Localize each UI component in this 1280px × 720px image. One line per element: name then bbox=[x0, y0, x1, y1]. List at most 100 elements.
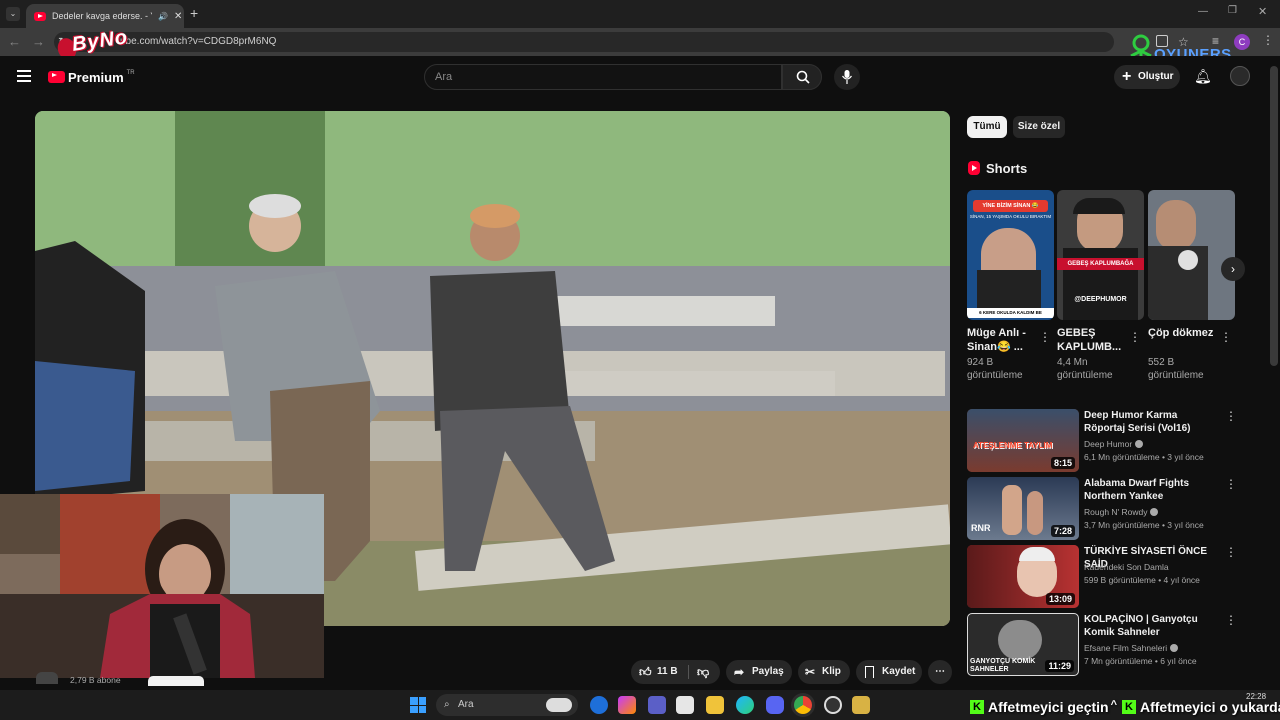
channel-avatar[interactable] bbox=[36, 672, 58, 684]
short-card[interactable]: Çöp dökmez 552 B görüntüleme ⋮ bbox=[1148, 190, 1235, 382]
youtube-premium-logo[interactable]: Premium TR bbox=[48, 68, 135, 86]
related-video[interactable]: ATEŞLENME TAYLIM 8:15 Deep Humor Karma R… bbox=[967, 409, 1237, 473]
video-more-icon[interactable]: ⋮ bbox=[1225, 545, 1237, 559]
more-horizontal-icon: ⋯ bbox=[935, 666, 945, 677]
taskbar-app-icon[interactable] bbox=[618, 696, 636, 714]
short-overlay-bottom: 6 KERE OKULDA KALDIM BE bbox=[967, 308, 1054, 318]
like-dislike-group: 👍︎ 11 B 👎︎ bbox=[631, 660, 720, 684]
streamer-webcam-image bbox=[0, 494, 324, 678]
verified-icon bbox=[1134, 440, 1143, 448]
related-video[interactable]: RNR 7:28 Alabama Dwarf Fights Northern Y… bbox=[967, 477, 1237, 541]
video-more-icon[interactable]: ⋮ bbox=[1225, 613, 1237, 627]
chrome-icon[interactable] bbox=[794, 696, 812, 714]
chat-message: Affetmeyici geçtin ^ bbox=[988, 699, 1118, 715]
short-more-icon[interactable]: ⋮ bbox=[1129, 330, 1141, 344]
premium-label: Premium bbox=[68, 69, 124, 85]
short-overlay-top: GEBEŞ KAPLUMBAĞA bbox=[1057, 258, 1144, 270]
video-thumbnail: GANYOTÇU KOMİK SAHNELER 11:29 bbox=[967, 613, 1079, 676]
url-text: ube.com/watch?v=CDGD8prM6NQ bbox=[120, 36, 277, 47]
thumbs-down-icon: 👎︎ bbox=[697, 665, 710, 679]
save-label: Kaydet bbox=[882, 666, 916, 677]
voice-search-button[interactable] bbox=[834, 64, 860, 90]
short-more-icon[interactable]: ⋮ bbox=[1039, 330, 1051, 344]
hamburger-menu-icon[interactable] bbox=[17, 70, 31, 82]
taskbar-misc-icon[interactable] bbox=[852, 696, 870, 714]
short-overlay-bottom: @DEEPHUMOR bbox=[1074, 296, 1127, 303]
back-icon[interactable]: ← bbox=[8, 34, 21, 49]
create-button[interactable]: + Oluştur bbox=[1114, 65, 1180, 89]
search-input[interactable]: Ara bbox=[424, 64, 782, 90]
minimize-icon[interactable]: — bbox=[1198, 6, 1208, 17]
share-icon: ➦ bbox=[734, 665, 745, 679]
chip-for-you[interactable]: Size özel bbox=[1013, 116, 1065, 138]
related-video[interactable]: GANYOTÇU KOMİK SAHNELER 11:29 KOLPAÇİNO … bbox=[967, 613, 1237, 677]
edge-icon[interactable] bbox=[736, 696, 754, 714]
microphone-icon bbox=[842, 70, 852, 84]
dislike-button[interactable]: 👎︎ bbox=[691, 660, 719, 684]
teams-icon[interactable] bbox=[648, 696, 666, 714]
country-badge: TR bbox=[126, 70, 135, 76]
video-more-icon[interactable]: ⋮ bbox=[1225, 477, 1237, 491]
file-explorer-icon[interactable] bbox=[706, 696, 724, 714]
video-thumbnail: ATEŞLENME TAYLIM 8:15 bbox=[967, 409, 1079, 472]
browser-menu-icon[interactable]: ⋮ bbox=[1262, 33, 1274, 47]
short-title: Müge Anlı - Sinan😂 ... bbox=[967, 327, 1026, 353]
store-icon[interactable] bbox=[676, 696, 694, 714]
short-more-icon[interactable]: ⋮ bbox=[1220, 330, 1232, 344]
speaker-icon: 🔊 bbox=[158, 11, 168, 21]
shorts-title: Shorts bbox=[986, 160, 1028, 176]
video-meta: 599 B görüntüleme • 4 yıl önce bbox=[1084, 575, 1200, 585]
browser-tab[interactable]: Dedeler kavga ederse. - Yo 🔊 ✕ bbox=[26, 4, 184, 28]
video-title: Deep Humor Karma Röportaj Serisi (Vol16) bbox=[1084, 410, 1191, 434]
share-label: Paylaş bbox=[752, 666, 784, 677]
notifications-bell-icon[interactable]: 🔔︎ bbox=[1194, 68, 1212, 85]
account-avatar[interactable] bbox=[1230, 66, 1250, 86]
thumbnail-text: ATEŞLENME TAYLIM bbox=[973, 441, 1053, 450]
like-count: 11 B bbox=[657, 666, 678, 677]
discord-icon[interactable] bbox=[766, 696, 784, 714]
page-scrollbar[interactable] bbox=[1270, 66, 1278, 366]
related-video[interactable]: 13:09 TÜRKİYE SİYASETİ ÖNCE SAİD Kadehde… bbox=[967, 545, 1237, 609]
copilot-icon[interactable] bbox=[590, 696, 608, 714]
video-channel: Rough N' Rowdy bbox=[1084, 507, 1158, 517]
chat-kick-icon: K bbox=[1122, 700, 1136, 714]
clip-button[interactable]: ✂︎ Klip bbox=[798, 660, 850, 684]
more-actions-button[interactable]: ⋯ bbox=[928, 660, 952, 684]
search-placeholder: Ara bbox=[435, 71, 453, 83]
video-meta: 6,1 Mn görüntüleme • 3 yıl önce bbox=[1084, 452, 1204, 462]
shorts-logo-icon bbox=[968, 161, 980, 175]
forward-icon[interactable]: → bbox=[32, 34, 45, 49]
weather-widget-icon bbox=[546, 698, 572, 712]
search-button[interactable] bbox=[782, 64, 822, 90]
close-window-icon[interactable]: ✕ bbox=[1258, 5, 1267, 18]
video-more-icon[interactable]: ⋮ bbox=[1225, 409, 1237, 423]
windows-start-icon[interactable] bbox=[410, 697, 426, 713]
chip-all[interactable]: Tümü bbox=[967, 116, 1007, 138]
short-card[interactable]: GEBEŞ KAPLUMBAĞA @DEEPHUMOR GEBEŞ KAPLUM… bbox=[1057, 190, 1144, 382]
youtube-logo-icon bbox=[48, 71, 65, 83]
like-button[interactable]: 👍︎ 11 B bbox=[631, 660, 687, 684]
video-title: KOLPAÇİNO | Ganyotçu Komik Sahneler bbox=[1084, 614, 1198, 638]
subscribe-button[interactable] bbox=[148, 676, 204, 686]
taskbar-search[interactable]: ⌕ Ara bbox=[436, 694, 578, 716]
short-views: 552 B görüntüleme bbox=[1148, 357, 1204, 381]
short-title: GEBEŞ KAPLUMB... bbox=[1057, 327, 1122, 353]
share-button[interactable]: ➦ Paylaş bbox=[726, 660, 792, 684]
short-card[interactable]: YİNE BİZİM SİNAN 😂 SİNAN, 15 YAŞIMDA OKU… bbox=[967, 190, 1054, 382]
obs-icon[interactable] bbox=[824, 696, 842, 714]
new-tab-button[interactable]: + bbox=[190, 5, 198, 21]
video-channel: Efsane Film Sahneleri bbox=[1084, 643, 1178, 653]
plus-icon: + bbox=[1122, 68, 1132, 85]
video-duration: 7:28 bbox=[1050, 525, 1075, 537]
video-channel: Deep Humor bbox=[1084, 439, 1143, 449]
taskbar-search-label: Ara bbox=[458, 699, 474, 710]
tab-list-button[interactable]: ⌄ bbox=[6, 7, 20, 21]
url-field[interactable]: ube.com/watch?v=CDGD8prM6NQ bbox=[54, 32, 1114, 52]
short-thumbnail: YİNE BİZİM SİNAN 😂 SİNAN, 15 YAŞIMDA OKU… bbox=[967, 190, 1054, 320]
tab-close-icon[interactable]: ✕ bbox=[174, 11, 182, 22]
chat-caret: ^ bbox=[1110, 699, 1118, 711]
maximize-icon[interactable]: ❐ bbox=[1228, 5, 1237, 16]
clip-label: Klip bbox=[822, 666, 841, 677]
shorts-next-button[interactable]: › bbox=[1221, 257, 1245, 281]
save-button[interactable]: Kaydet bbox=[856, 660, 922, 684]
